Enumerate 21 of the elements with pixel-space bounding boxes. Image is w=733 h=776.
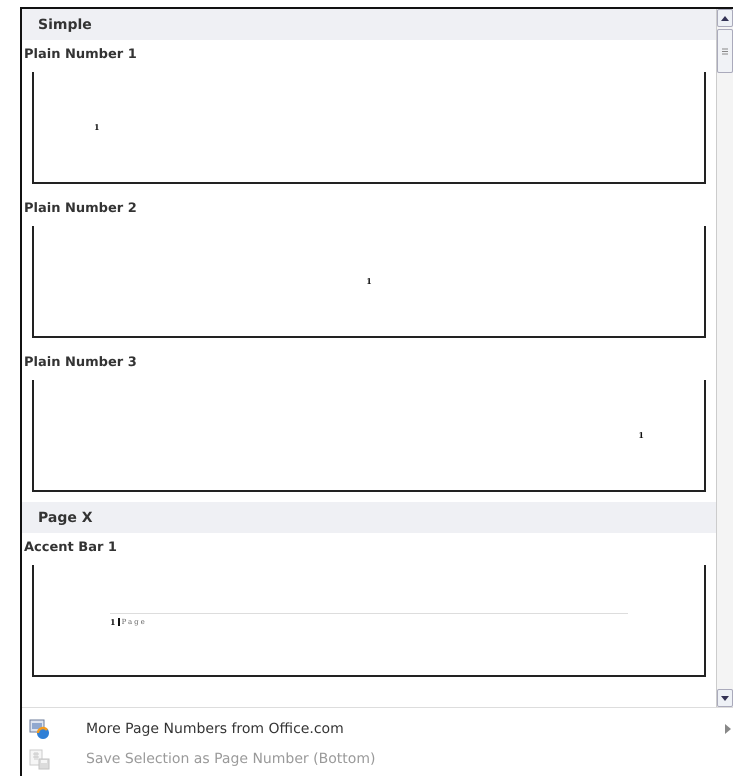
page-number: 1 [638, 430, 644, 440]
scroll-up-icon[interactable] [717, 9, 733, 27]
globe-page-icon [28, 718, 50, 740]
scrollbar[interactable] [716, 9, 733, 707]
page-number: 1 [110, 617, 116, 627]
page-number: 1 [94, 122, 100, 132]
item-title: Accent Bar 1 [23, 538, 118, 556]
scroll-thumb[interactable] [717, 29, 733, 73]
page-preview[interactable]: 1 [32, 72, 706, 184]
submenu-arrow-icon [725, 724, 731, 734]
scroll-down-icon[interactable] [717, 689, 733, 707]
group-header: Simple [22, 9, 716, 40]
group-header: Page X [22, 502, 716, 533]
item-title: Plain Number 2 [23, 200, 138, 218]
item-title: Plain Number 1 [23, 46, 138, 64]
page-number: 1 [366, 276, 372, 286]
menu-item[interactable]: More Page Numbers from Office.com [22, 714, 733, 744]
item-title: Plain Number 3 [23, 354, 138, 372]
page-save-icon [28, 748, 50, 770]
page-preview[interactable]: 1 [32, 226, 706, 338]
page-preview[interactable]: 1 [32, 380, 706, 492]
